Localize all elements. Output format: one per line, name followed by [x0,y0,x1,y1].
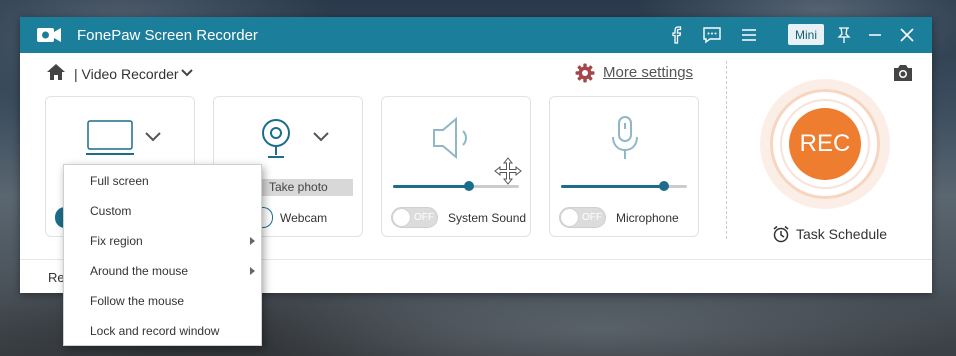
microphone-volume-slider[interactable] [561,181,687,191]
webcam-icon[interactable] [259,117,293,161]
submenu-arrow-icon [250,237,255,245]
slider-knob[interactable] [463,181,474,191]
mini-mode-button[interactable]: Mini [788,24,824,45]
dropdown-item-label: Around the mouse [90,264,189,278]
dropdown-item-label: Lock and record window [90,324,220,338]
microphone-label: Microphone [616,211,679,225]
title-bar: FonePaw Screen Recorder Mini [20,17,932,53]
task-schedule-label: Task Schedule [796,226,888,242]
rec-button[interactable]: REC [789,108,861,180]
microphone-panel: OFF Microphone [549,96,699,237]
chevron-down-icon[interactable] [144,131,162,143]
close-icon[interactable] [897,25,917,45]
submenu-arrow-icon [250,267,255,275]
dropdown-item-label: Custom [90,204,132,218]
region-dropdown-menu: Full screen Custom Fix region Around the mo… [63,164,262,346]
webcam-label: Webcam [280,211,328,225]
dropdown-item-around-the-mouse[interactable]: Around the mouse [64,256,261,286]
rec-area: REC [760,79,890,209]
app-logo-icon [37,28,61,42]
dropdown-item-follow-the-mouse[interactable]: Follow the mouse [64,286,261,316]
menu-icon[interactable] [739,25,759,45]
toggle-knob [561,209,578,226]
microphone-icon[interactable] [608,115,642,163]
chevron-down-icon[interactable] [180,68,194,78]
screenshot-camera-icon[interactable] [892,64,914,82]
microphone-toggle[interactable]: OFF [559,207,606,228]
feedback-icon[interactable] [702,25,722,45]
move-cursor-icon [494,157,522,185]
dropdown-item-label: Follow the mouse [90,294,185,308]
dropdown-item-fix-region[interactable]: Fix region [64,226,261,256]
vertical-divider [726,61,727,239]
home-icon[interactable] [46,63,66,81]
slider-fill [561,185,665,188]
app-title: FonePaw Screen Recorder [77,27,258,44]
toggle-state: OFF [414,212,434,223]
system-sound-label: System Sound [448,211,527,225]
pin-icon[interactable] [834,25,854,45]
dropdown-item-custom[interactable]: Custom [64,196,261,226]
task-schedule-button[interactable]: Task Schedule [772,225,887,243]
monitor-icon[interactable] [86,119,136,157]
dropdown-item-full-screen[interactable]: Full screen [64,166,261,196]
more-settings-link[interactable]: More settings [603,64,693,81]
recorder-mode-label[interactable]: | Video Recorder [74,66,179,82]
alarm-clock-icon [773,225,789,243]
slider-knob[interactable] [659,181,670,191]
toggle-state: OFF [582,212,602,223]
gear-icon[interactable] [575,63,595,83]
system-sound-toggle[interactable]: OFF [391,207,438,228]
take-photo-button[interactable]: Take photo [259,179,353,196]
slider-fill [393,185,469,188]
dropdown-item-label: Fix region [90,234,143,248]
minimize-icon[interactable] [865,25,885,45]
chevron-down-icon[interactable] [312,131,330,143]
dropdown-item-lock-and-record-window[interactable]: Lock and record window [64,316,261,346]
toggle-knob [393,209,410,226]
facebook-icon[interactable] [668,25,688,45]
speaker-icon[interactable] [430,115,482,161]
dropdown-item-label: Full screen [90,174,149,188]
